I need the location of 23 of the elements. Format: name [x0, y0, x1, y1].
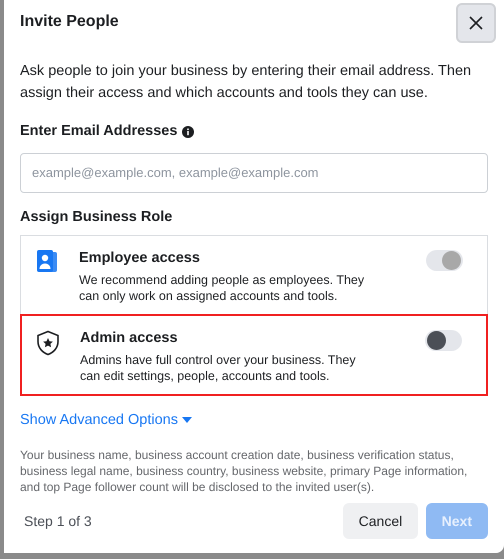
- role-option[interactable]: Admin access Admins have full control over your business. They can edit settings, people, accounts and tools.: [20, 314, 488, 396]
- role-description: We recommend adding people as employees. They can only work on assigned accounts and tools.: [79, 272, 366, 304]
- dialog-title: Invite People: [20, 12, 119, 32]
- close-button[interactable]: [456, 2, 496, 42]
- role-option[interactable]: Employee access We recommend adding people as employees. They can only work on assigned accounts and tools.: [21, 236, 487, 314]
- close-icon: [469, 16, 483, 30]
- email-field[interactable]: example@example.com, example@example.com: [20, 152, 488, 193]
- step-indicator: Step 1 of 3: [24, 512, 92, 531]
- badge-icon: [36, 250, 58, 274]
- cancel-button[interactable]: Cancel: [342, 503, 418, 539]
- role-title: Employee access: [79, 248, 201, 268]
- info-icon: [182, 126, 194, 138]
- advanced-options-link[interactable]: Show Advanced Options: [20, 410, 192, 432]
- role-title: Admin access: [80, 328, 179, 348]
- shield-star-icon: [36, 330, 60, 356]
- role-description: Admins have full control over your business. They can edit settings, people, accounts and tools.: [80, 352, 357, 384]
- description: Ask people to join your business by entering their email address. Then assign their access and which accounts and tools they can use.: [20, 62, 472, 103]
- toggle-switch[interactable]: [425, 330, 462, 350]
- section-heading: Assign Business Role: [20, 208, 174, 227]
- disclaimer: Your business name, business account creation date, business verification status, business legal name, business country, business website, primary Page information, and top Page follower count will be disclosed to the invited user(s).: [20, 447, 468, 496]
- caret-icon: [182, 417, 192, 424]
- toggle-switch[interactable]: [426, 250, 463, 270]
- email-label: Enter Email Addresses: [20, 122, 178, 141]
